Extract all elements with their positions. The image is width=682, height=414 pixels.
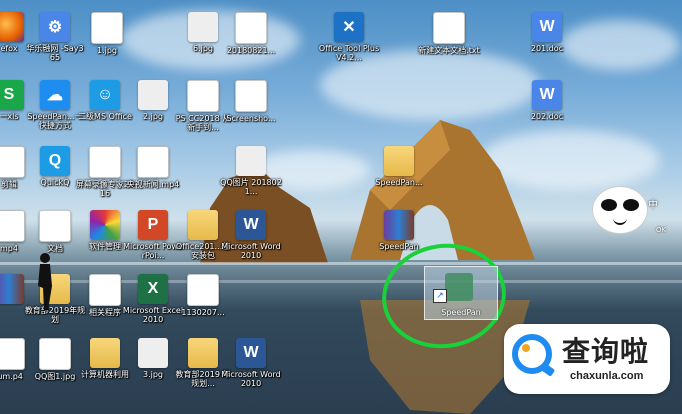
desktop-icon-label: SpeedPan... [375, 178, 423, 187]
desktop-icon-ljpg[interactable]: 1.jpg [76, 12, 138, 55]
twojpg-icon [138, 80, 168, 110]
drag-ghost-label: SpeedPan [441, 308, 481, 317]
edu-plan-icon [188, 338, 218, 368]
desktop-icon-label: QQ图片 2018021... [220, 178, 282, 196]
speedpan2-icon [384, 146, 414, 176]
desktop-icon-label: 央视新闻.mp4 [126, 180, 180, 189]
ljpg-icon [91, 12, 123, 44]
desktop-icon-doc201[interactable]: W 201.doc [516, 12, 578, 53]
newtxt-icon [433, 12, 465, 44]
desktop-icon-screenshot[interactable]: Screensho... [220, 80, 282, 123]
desktop-icon-file20180821[interactable]: 20180821... [220, 12, 282, 55]
watermark-dot-icon [522, 344, 530, 352]
desktop-icon-label: 1130207... [181, 308, 225, 317]
sw-mgr-icon [90, 210, 120, 240]
desktop-icon-newtxt[interactable]: 新建文本文档.txt [418, 12, 480, 55]
ime-indicator[interactable]: 中 [648, 196, 658, 211]
drag-ghost-thumbnail [445, 273, 473, 301]
desktop-icon-file1130[interactable]: 1130207... [172, 274, 234, 317]
drag-ghost-icon[interactable]: ↗ SpeedPan [424, 266, 498, 320]
desktop-icon-label: 20180821... [226, 46, 276, 55]
desktop-icon-label: 1.jpg [96, 46, 117, 55]
cloud [560, 20, 680, 70]
speedpan1-icon: ☁ [40, 80, 70, 110]
speedpan3-icon [384, 210, 414, 240]
file20180821-icon [235, 12, 267, 44]
desktop-icon-label: Microsoft Word 2010 [221, 242, 281, 260]
screenshot-icon [235, 80, 267, 112]
desktop-icon-speedpan2[interactable]: SpeedPan... [368, 146, 430, 187]
qq-pic-icon [39, 338, 71, 370]
firefox-icon [0, 12, 24, 42]
desktop-icon-label: Microsoft Word 2010 [221, 370, 281, 388]
watermark-q-icon [512, 334, 552, 374]
desktop-icon-ms-word2[interactable]: W Microsoft Word 2010 [220, 338, 282, 388]
desktop-icon-ms-word[interactable]: W Microsoft Word 2010 [220, 210, 282, 260]
horizon-line [0, 262, 682, 265]
panda-eye-right [623, 199, 639, 211]
desktop-icon-label: 201.doc [530, 44, 564, 53]
watermark-brand-cn: 查询啦 [562, 335, 650, 368]
sixjpg-icon [188, 12, 218, 42]
bbs-icon: ⚙ [40, 12, 70, 42]
rar-1-icon [0, 274, 24, 304]
watermark-logo: 查询啦 chaxunla.com [504, 324, 670, 394]
threejpg-icon [138, 338, 168, 368]
doc-files-icon [39, 210, 71, 242]
ms-ppt-icon: P [138, 210, 168, 240]
office2010-icon [188, 210, 218, 240]
desktop-icon-doc202[interactable]: W 202.doc [516, 80, 578, 121]
ps-cc-icon [187, 80, 219, 112]
ms-word2-icon: W [236, 338, 266, 368]
desktop-icon-label: Office Tool Plus V4.2... [318, 44, 380, 62]
mp4-4-icon: ▶ [0, 338, 25, 370]
ms-word-icon: W [236, 210, 266, 240]
person-figure [38, 253, 52, 310]
office-tool-icon: ✕ [334, 12, 364, 42]
screen-rec-icon: ▣ [89, 146, 121, 178]
related-icon [89, 274, 121, 306]
qq-img-icon [236, 146, 266, 176]
ime-ok-label: OK [656, 226, 667, 234]
sheet1-icon: S [0, 80, 24, 110]
desktop-icon-qq-img[interactable]: QQ图片 2018021... [220, 146, 282, 196]
doc202-icon: W [532, 80, 562, 110]
desktop-icon-speedpan3[interactable]: SpeedPan [368, 210, 430, 251]
compute-rule-icon [90, 338, 120, 368]
file1130-icon [187, 274, 219, 306]
mp4-2-icon: ▶ [137, 146, 169, 178]
desktop-icon-label: 新建文本文档.txt [418, 46, 480, 55]
watermark-brand-en: chaxunla.com [570, 370, 644, 382]
ms-excel-icon: X [138, 274, 168, 304]
desktop-icon-office-tool[interactable]: ✕ Office Tool Plus V4.2... [318, 12, 380, 62]
desktop-background[interactable]: efox ⚙ 华乐融网 -Say365 1.jpg 6.jpg 20180821... ✕ O… [0, 0, 682, 414]
doc201-icon: W [532, 12, 562, 42]
shortcut-arrow-icon: ↗ [433, 289, 447, 303]
panda-mouth [613, 217, 627, 225]
panda-avatar-icon[interactable] [592, 186, 648, 234]
desktop-icon-label: Screensho... [226, 114, 276, 123]
quickq-icon: Q [40, 146, 70, 176]
mp4-3-icon: ▶ [0, 210, 25, 242]
ms-tool-icon: ☺ [90, 80, 120, 110]
panda-eye-left [601, 199, 617, 211]
desktop-icon-mp4-2[interactable]: ▶ 央视新闻.mp4 [122, 146, 184, 189]
mp4-1-icon: ▶ [0, 146, 25, 178]
desktop-icon-label: 202.doc [530, 112, 564, 121]
